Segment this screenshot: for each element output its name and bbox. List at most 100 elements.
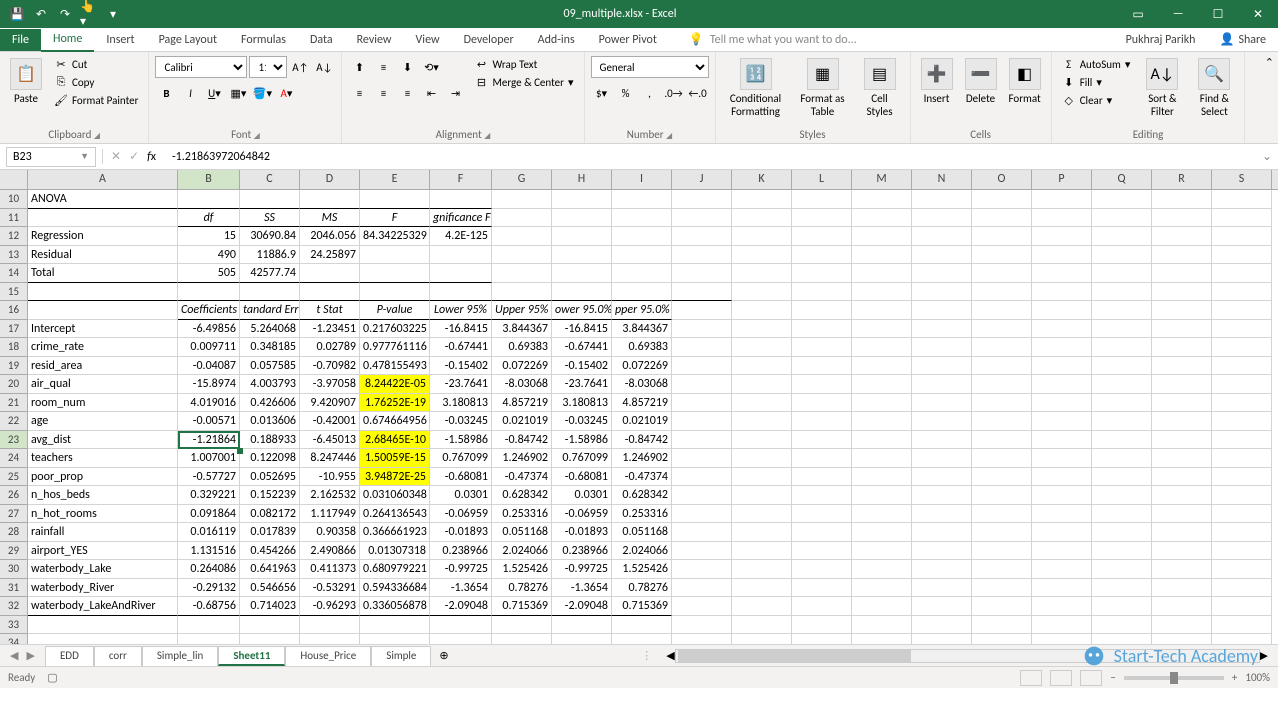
currency-icon[interactable]: $▾ — [591, 82, 613, 104]
cell-C14[interactable]: 42577.74 — [240, 264, 300, 283]
cell-I13[interactable] — [612, 246, 672, 265]
insert-cells-button[interactable]: ➕Insert — [917, 56, 957, 107]
cell-A15[interactable] — [28, 283, 178, 302]
cell-E30[interactable]: 0.680979221 — [360, 560, 430, 579]
cell-M12[interactable] — [852, 227, 912, 246]
tab-powerpivot[interactable]: Power Pivot — [587, 29, 669, 51]
cell-A27[interactable]: n_hot_rooms — [28, 505, 178, 524]
tab-page-layout[interactable]: Page Layout — [147, 29, 229, 51]
cell-E21[interactable]: 1.76252E-19 — [360, 394, 430, 413]
cell-N26[interactable] — [912, 486, 972, 505]
cell-P14[interactable] — [1032, 264, 1092, 283]
col-header-L[interactable]: L — [792, 170, 852, 189]
cell-D11[interactable]: MS — [300, 209, 360, 228]
row-header-25[interactable]: 25 — [0, 468, 28, 487]
cell-Q17[interactable] — [1092, 320, 1152, 339]
row-header-24[interactable]: 24 — [0, 449, 28, 468]
cell-J22[interactable] — [672, 412, 732, 431]
cell-E10[interactable] — [360, 190, 430, 209]
select-all-corner[interactable] — [0, 170, 28, 189]
minimize-icon[interactable]: — — [1158, 0, 1198, 28]
cell-L32[interactable] — [792, 597, 852, 616]
cell-F13[interactable] — [430, 246, 492, 265]
cell-F34[interactable] — [430, 634, 492, 644]
format-painter-button[interactable]: 🖌Format Painter — [50, 92, 142, 108]
cell-I15[interactable] — [612, 283, 672, 302]
cell-Q26[interactable] — [1092, 486, 1152, 505]
cell-J23[interactable] — [672, 431, 732, 450]
fill-color-button[interactable]: 🪣▾ — [251, 82, 273, 104]
cell-G31[interactable]: 0.78276 — [492, 579, 552, 598]
cell-G13[interactable] — [492, 246, 552, 265]
cell-E25[interactable]: 3.94872E-25 — [360, 468, 430, 487]
cell-O21[interactable] — [972, 394, 1032, 413]
sheet-tab-simple_lin[interactable]: Simple_lin — [142, 646, 218, 666]
cell-A34[interactable] — [28, 634, 178, 644]
cell-O26[interactable] — [972, 486, 1032, 505]
row-header-16[interactable]: 16 — [0, 301, 28, 320]
cell-R11[interactable] — [1152, 209, 1212, 228]
cell-C13[interactable]: 11886.9 — [240, 246, 300, 265]
cell-D10[interactable] — [300, 190, 360, 209]
cell-M17[interactable] — [852, 320, 912, 339]
cell-O24[interactable] — [972, 449, 1032, 468]
cell-J29[interactable] — [672, 542, 732, 561]
cell-E13[interactable] — [360, 246, 430, 265]
cell-F20[interactable]: -23.7641 — [430, 375, 492, 394]
cell-N10[interactable] — [912, 190, 972, 209]
cell-A21[interactable]: room_num — [28, 394, 178, 413]
cell-O19[interactable] — [972, 357, 1032, 376]
cell-N27[interactable] — [912, 505, 972, 524]
cell-S14[interactable] — [1212, 264, 1272, 283]
cell-A29[interactable]: airport_YES — [28, 542, 178, 561]
cell-M30[interactable] — [852, 560, 912, 579]
cell-Q12[interactable] — [1092, 227, 1152, 246]
cell-A31[interactable]: waterbody_River — [28, 579, 178, 598]
cell-S12[interactable] — [1212, 227, 1272, 246]
cell-I26[interactable]: 0.628342 — [612, 486, 672, 505]
sheet-nav-next-icon[interactable]: ▶ — [26, 649, 34, 662]
cell-H23[interactable]: -1.58986 — [552, 431, 612, 450]
row-header-30[interactable]: 30 — [0, 560, 28, 579]
cell-O30[interactable] — [972, 560, 1032, 579]
cell-N32[interactable] — [912, 597, 972, 616]
cell-P29[interactable] — [1032, 542, 1092, 561]
cell-I25[interactable]: -0.47374 — [612, 468, 672, 487]
cell-S21[interactable] — [1212, 394, 1272, 413]
cell-I11[interactable] — [612, 209, 672, 228]
cell-H13[interactable] — [552, 246, 612, 265]
cell-G11[interactable] — [492, 209, 552, 228]
cell-R14[interactable] — [1152, 264, 1212, 283]
cell-K21[interactable] — [732, 394, 792, 413]
cell-O25[interactable] — [972, 468, 1032, 487]
cell-H19[interactable]: -0.15402 — [552, 357, 612, 376]
cell-H24[interactable]: 0.767099 — [552, 449, 612, 468]
align-right-icon[interactable]: ≡ — [396, 82, 418, 104]
cell-N19[interactable] — [912, 357, 972, 376]
cell-M28[interactable] — [852, 523, 912, 542]
fx-icon[interactable]: fx — [147, 150, 156, 164]
cell-B24[interactable]: 1.007001 — [178, 449, 240, 468]
name-box[interactable]: B23 ▼ — [6, 147, 96, 167]
zoom-out-icon[interactable]: − — [1110, 671, 1115, 684]
cell-S27[interactable] — [1212, 505, 1272, 524]
cell-D19[interactable]: -0.70982 — [300, 357, 360, 376]
cell-C18[interactable]: 0.348185 — [240, 338, 300, 357]
cell-J11[interactable] — [672, 209, 732, 228]
cell-R27[interactable] — [1152, 505, 1212, 524]
cell-K13[interactable] — [732, 246, 792, 265]
cell-G19[interactable]: 0.072269 — [492, 357, 552, 376]
cell-E16[interactable]: P-value — [360, 301, 430, 320]
cell-D21[interactable]: 9.420907 — [300, 394, 360, 413]
cell-G10[interactable] — [492, 190, 552, 209]
cell-S17[interactable] — [1212, 320, 1272, 339]
cell-Q13[interactable] — [1092, 246, 1152, 265]
cell-B13[interactable]: 490 — [178, 246, 240, 265]
cell-Q21[interactable] — [1092, 394, 1152, 413]
row-header-15[interactable]: 15 — [0, 283, 28, 302]
cell-I20[interactable]: -8.03068 — [612, 375, 672, 394]
cell-L20[interactable] — [792, 375, 852, 394]
cell-L28[interactable] — [792, 523, 852, 542]
cell-G33[interactable] — [492, 616, 552, 635]
cell-M16[interactable] — [852, 301, 912, 320]
